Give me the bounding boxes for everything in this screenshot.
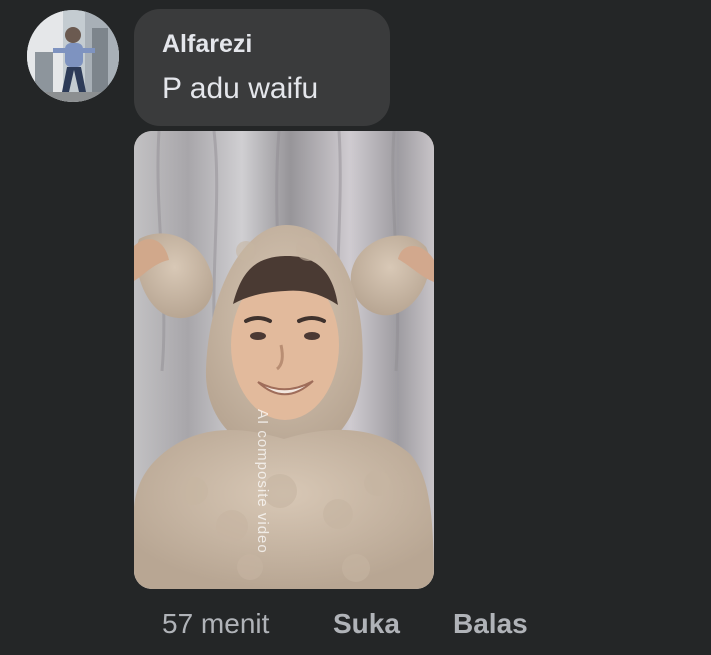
comment-time: 57 menit [162,608,270,639]
comment-actions: 57 menit Suka Balas [0,608,711,644]
user-avatar-icon [27,10,119,102]
avatar[interactable] [27,10,119,102]
comment-screen: Alfarezi P adu waifu AI composite video … [0,0,711,655]
like-button[interactable]: Suka [333,608,400,640]
attached-photo[interactable]: AI composite video [134,131,434,589]
photo-icon [134,131,434,589]
watermark-label: AI composite video [254,409,271,554]
reply-button[interactable]: Balas [453,608,528,640]
comment-author[interactable]: Alfarezi [162,30,252,59]
comment-text: P adu waifu [162,72,319,105]
comment-bubble: Alfarezi P adu waifu [134,9,390,126]
